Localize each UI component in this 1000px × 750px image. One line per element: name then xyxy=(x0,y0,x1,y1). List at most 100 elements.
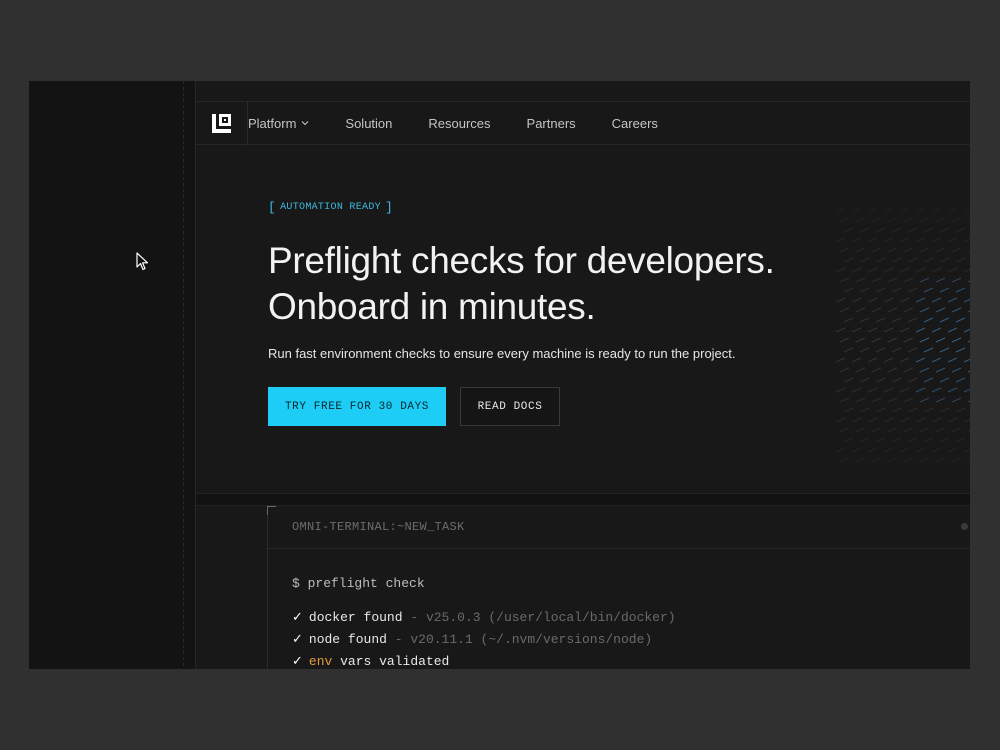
hero-headline: Preflight checks for developers. Onboard… xyxy=(268,238,775,330)
pattern-dash xyxy=(947,357,958,363)
pattern-dash xyxy=(839,217,850,223)
pattern-dash xyxy=(855,397,866,403)
pattern-dash xyxy=(899,327,910,333)
pattern-dash xyxy=(963,418,970,423)
pattern-dash xyxy=(835,207,846,213)
pattern-dash xyxy=(887,247,898,253)
pattern-dash xyxy=(839,277,850,283)
pattern-dash xyxy=(923,227,934,233)
pattern-dash xyxy=(903,277,914,283)
pattern-dash xyxy=(919,367,930,373)
pattern-dash xyxy=(867,267,878,273)
pattern-dash xyxy=(935,277,946,283)
pattern-dash xyxy=(851,237,862,243)
chevron-down-icon xyxy=(302,121,309,126)
pattern-dash xyxy=(871,307,882,313)
pattern-dash xyxy=(951,277,962,283)
pattern-dash xyxy=(931,207,942,213)
pattern-dash xyxy=(903,397,914,403)
pattern-dash xyxy=(883,327,894,333)
pattern-dash xyxy=(843,407,854,413)
nav-item-platform[interactable]: Platform xyxy=(248,116,309,131)
pattern-dash xyxy=(947,417,958,423)
pattern-dash xyxy=(915,447,926,453)
pattern-dash xyxy=(891,347,902,353)
pattern-dash xyxy=(951,397,962,403)
pattern-dash xyxy=(947,327,958,333)
pattern-dash xyxy=(867,417,878,423)
pattern-dash xyxy=(903,337,914,343)
pattern-dash xyxy=(907,287,918,293)
pattern-dash xyxy=(903,367,914,373)
pattern-dash xyxy=(963,238,970,243)
pattern-dash xyxy=(939,227,950,233)
pattern-dash xyxy=(955,227,966,233)
pattern-dash xyxy=(859,377,870,383)
pattern-dash xyxy=(967,340,970,343)
pattern-dash xyxy=(955,407,966,413)
pattern-dash xyxy=(903,307,914,313)
hero-subtext: Run fast environment checks to ensure ev… xyxy=(268,346,736,361)
pattern-dash xyxy=(919,217,930,223)
terminal-window: OMNI-TERMINAL:~NEW_TASK $ preflight chec… xyxy=(267,506,970,669)
pattern-dash xyxy=(887,457,898,463)
try-free-button[interactable]: TRY FREE FOR 30 DAYS xyxy=(268,387,446,426)
pattern-dash xyxy=(851,327,862,333)
pattern-dash xyxy=(939,407,950,413)
pattern-dash xyxy=(923,407,934,413)
pattern-dash xyxy=(923,287,934,293)
pattern-dash xyxy=(883,417,894,423)
pattern-dash xyxy=(891,257,902,263)
nav-item-careers[interactable]: Careers xyxy=(612,116,658,131)
section-divider xyxy=(196,493,970,506)
pattern-dash xyxy=(871,397,882,403)
pattern-dash xyxy=(967,280,970,283)
pattern-dash xyxy=(915,237,926,243)
pattern-dash xyxy=(955,437,966,443)
pattern-dash xyxy=(947,297,958,303)
nav-item-solution[interactable]: Solution xyxy=(345,116,392,131)
pattern-dash xyxy=(919,457,930,463)
pattern-dash xyxy=(923,347,934,353)
pattern-dash xyxy=(939,437,950,443)
pattern-dash xyxy=(899,357,910,363)
pattern-dash xyxy=(951,217,962,223)
nav-item-partners[interactable]: Partners xyxy=(527,116,576,131)
pattern-dash xyxy=(887,367,898,373)
check-icon: ✓ xyxy=(292,610,303,625)
pattern-dash xyxy=(951,307,962,313)
pattern-dash xyxy=(903,427,914,433)
pattern-dash xyxy=(891,317,902,323)
pattern-dash xyxy=(955,347,966,353)
pattern-dash xyxy=(899,207,910,213)
pattern-dash xyxy=(935,307,946,313)
pattern-dash xyxy=(887,427,898,433)
pattern-dash xyxy=(915,417,926,423)
pattern-dash xyxy=(939,347,950,353)
pattern-dash xyxy=(919,427,930,433)
read-docs-button[interactable]: READ DOCS xyxy=(460,387,560,426)
page-main: Platform Solution Resources Partners Car… xyxy=(195,81,970,669)
logo-link[interactable] xyxy=(196,101,248,145)
pattern-dash xyxy=(887,397,898,403)
pattern-dash xyxy=(907,377,918,383)
pattern-dash xyxy=(859,407,870,413)
pattern-dash xyxy=(915,387,926,393)
pattern-dash xyxy=(951,427,962,433)
pattern-dash xyxy=(883,207,894,213)
pattern-dash xyxy=(947,267,958,273)
pattern-dash xyxy=(859,437,870,443)
cta-row: TRY FREE FOR 30 DAYS READ DOCS xyxy=(268,387,775,426)
check-detail: - v25.0.3 (/user/local/bin/docker) xyxy=(410,610,676,625)
nav-item-resources[interactable]: Resources xyxy=(428,116,490,131)
nav-item-label: Solution xyxy=(345,115,393,131)
pattern-dash xyxy=(871,247,882,253)
status-dot-icon xyxy=(961,523,968,530)
pattern-dash xyxy=(891,287,902,293)
pattern-dash xyxy=(887,337,898,343)
automation-badge: [ AUTOMATION READY ] xyxy=(268,200,394,215)
pattern-dash xyxy=(883,447,894,453)
terminal-body: $ preflight check ✓ docker found - v25.0.… xyxy=(268,549,970,669)
pattern-dash xyxy=(843,227,854,233)
pattern-dash xyxy=(955,377,966,383)
